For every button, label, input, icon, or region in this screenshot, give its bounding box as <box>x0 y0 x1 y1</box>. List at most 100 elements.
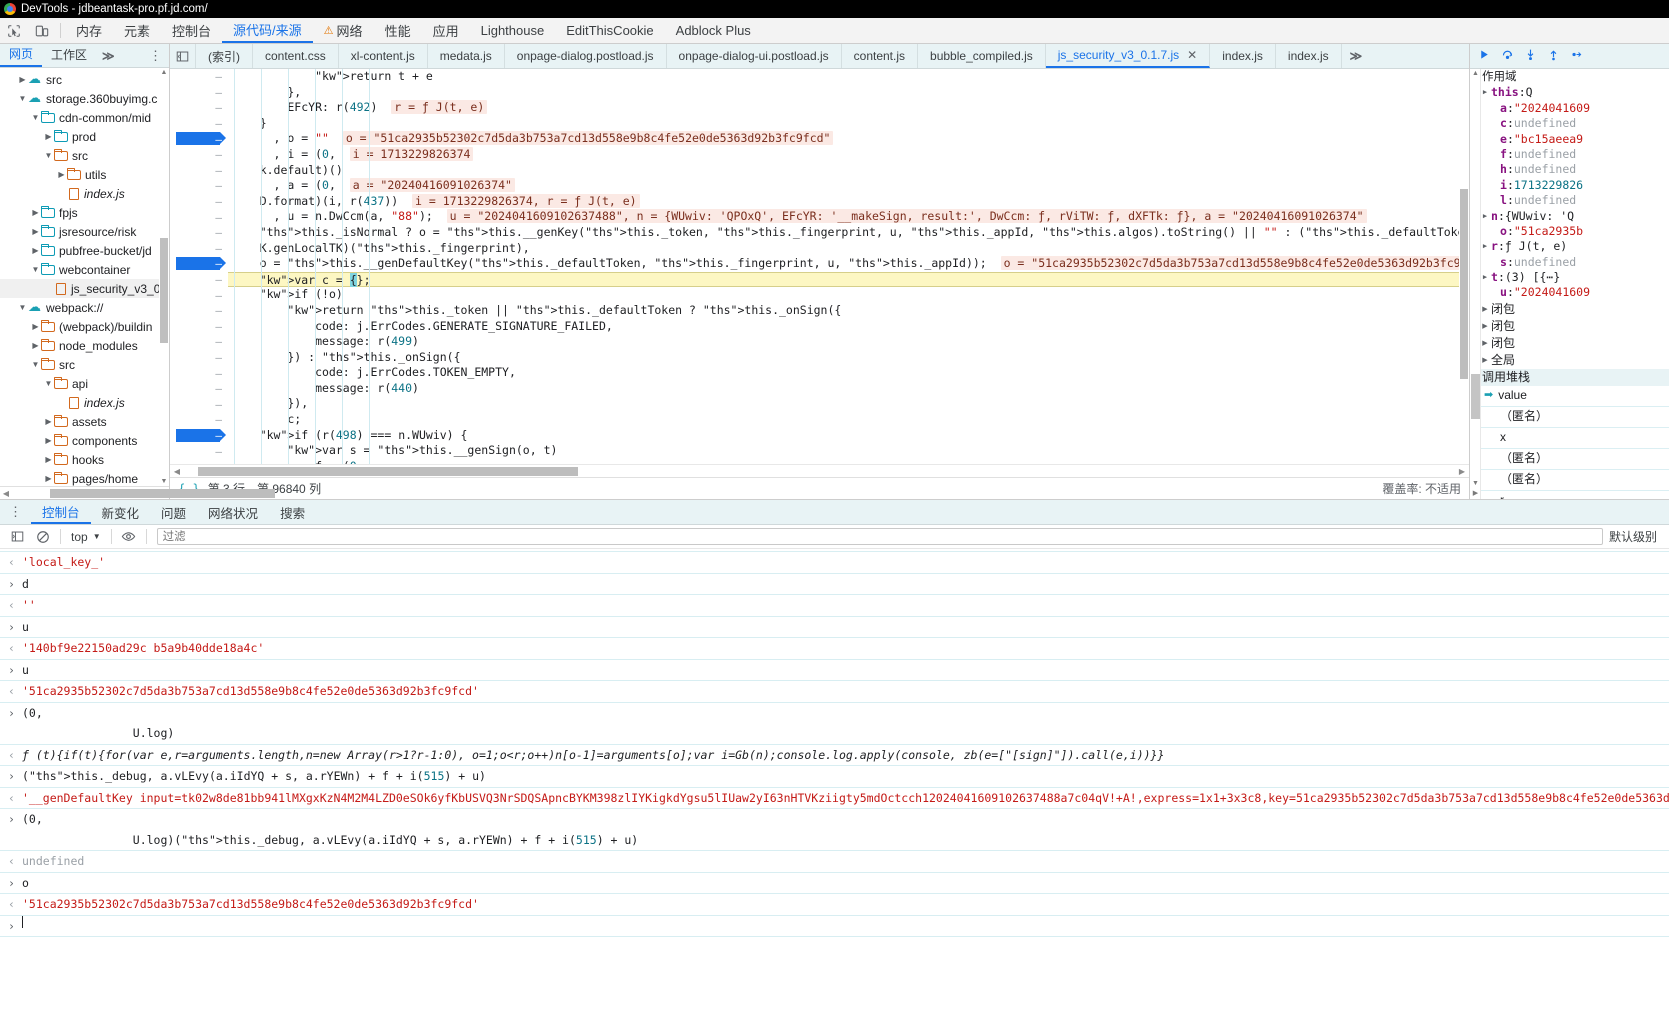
code-line[interactable]: "kw">if (r(498) === n.WUwiv) { <box>228 428 1469 444</box>
scroll-left-arrow-icon[interactable]: ◀ <box>170 467 184 476</box>
chevron-right-icon[interactable]: ▶ <box>30 341 41 350</box>
step-over-icon[interactable] <box>1501 48 1514 64</box>
console-output-row[interactable]: ‹'140bf9e22150ad29c b5a9b40dde18a4c' <box>0 638 1669 660</box>
show-navigator-icon[interactable] <box>170 44 196 68</box>
chevron-right-icon[interactable]: ▶ <box>30 227 41 236</box>
file-tab-9[interactable]: index.js <box>1210 44 1276 68</box>
gutter-line[interactable]: – <box>170 100 228 116</box>
main-tab-2[interactable]: 控制台 <box>161 18 222 43</box>
scope-closure-row[interactable]: ▶闭包 <box>1470 318 1669 335</box>
tree-item[interactable]: ▶jsresource/risk <box>0 222 169 241</box>
tree-item[interactable]: ▶pages/home <box>0 469 169 486</box>
main-tab-5[interactable]: 性能 <box>374 18 422 43</box>
file-tab-3[interactable]: medata.js <box>428 44 505 68</box>
console-output-row[interactable]: ‹'51ca2935b52302c7d5da3b753a7cd13d558e9b… <box>0 894 1669 916</box>
console-input-row[interactable]: ›u <box>0 660 1669 682</box>
drawer-kebab-menu-icon[interactable]: ⋮ <box>0 508 31 516</box>
file-tab-5[interactable]: onpage-dialog-ui.postload.js <box>667 44 842 68</box>
code-line[interactable]: message: r(499) <box>228 334 1469 350</box>
gutter-line[interactable]: – <box>170 241 228 257</box>
nav-kebab-menu-icon[interactable]: ⋮ <box>142 52 169 60</box>
scope-variable-row[interactable]: s: undefined <box>1470 255 1669 270</box>
breakpoint-marker[interactable] <box>176 132 220 145</box>
code-line[interactable]: , u = n.DwCcm(a, "88"); u = "20240416091… <box>228 209 1469 225</box>
live-expression-icon[interactable] <box>116 525 142 548</box>
scope-closure-row[interactable]: ▶闭包 <box>1470 335 1669 352</box>
scope-variable-row[interactable]: i: 1713229826 <box>1470 178 1669 193</box>
chevron-right-icon[interactable]: ▶ <box>30 208 41 217</box>
callstack-frame[interactable]: r <box>1470 491 1669 499</box>
navigator-vertical-scrollbar[interactable]: ▲ ▼ <box>159 68 169 486</box>
step-out-icon[interactable] <box>1547 48 1560 64</box>
file-tab-6[interactable]: content.js <box>842 44 918 68</box>
nav-tab-workspace[interactable]: 工作区 <box>42 44 96 67</box>
scope-variable-row[interactable]: f: undefined <box>1470 147 1669 162</box>
code-line[interactable]: code: j.ErrCodes.GENERATE_SIGNATURE_FAIL… <box>228 319 1469 335</box>
file-tab-4[interactable]: onpage-dialog.postload.js <box>505 44 667 68</box>
scope-variable-row[interactable]: h: undefined <box>1470 162 1669 177</box>
scope-variable-row[interactable]: o: "51ca2935b <box>1470 224 1669 239</box>
gutter-line[interactable]: – <box>170 396 228 412</box>
drawer-tab-3[interactable]: 网络状况 <box>197 500 269 524</box>
drawer-tab-4[interactable]: 搜索 <box>269 500 316 524</box>
step-into-icon[interactable] <box>1524 48 1537 64</box>
step-icon[interactable] <box>1570 48 1583 64</box>
console-input-row[interactable]: ›(0, U.log)("ths">this._debug, a.vLEvy(a… <box>0 809 1669 851</box>
console-message-list[interactable]: ›0.LOCAL_ALGORITHM_PREFIX‹'local_key_'›d… <box>0 549 1669 937</box>
chevron-down-icon[interactable]: ▼ <box>30 360 41 369</box>
scope-variable-row[interactable]: ▶t: (3) [{⋯} <box>1470 270 1669 285</box>
code-content[interactable]: "kw">return t + e }, EFcYR: r(492) r = ƒ… <box>228 69 1469 464</box>
gutter-line[interactable]: – <box>170 69 228 85</box>
gutter-line[interactable]: – <box>170 319 228 335</box>
gutter-line[interactable]: – <box>170 225 228 241</box>
tree-item[interactable]: ▼src <box>0 355 169 374</box>
navigator-hscroll-thumb[interactable] <box>50 489 275 498</box>
console-input-row[interactable]: ›(0, U.log) <box>0 703 1669 745</box>
tree-item[interactable]: js_security_v3_0. <box>0 279 169 298</box>
code-line[interactable]: EFcYR: r(492) r = ƒ J(t, e) <box>228 100 1469 116</box>
scope-variable-row[interactable]: e: "bc15aeea9 <box>1470 132 1669 147</box>
gutter-line[interactable]: – <box>170 147 228 163</box>
tree-item[interactable]: ▶assets <box>0 412 169 431</box>
console-sidebar-icon[interactable] <box>4 525 30 548</box>
code-line[interactable]: "kw">var s = "ths">this.__genSign(o, t) <box>228 443 1469 459</box>
tree-item[interactable]: ▼storage.360buyimg.c <box>0 89 169 108</box>
chevron-right-icon[interactable]: ▶ <box>43 455 54 464</box>
scope-variable-row[interactable]: ▶n: {WUwiv: 'Q <box>1470 209 1669 224</box>
gutter-line[interactable]: – <box>170 334 228 350</box>
scope-variable-row[interactable]: ▶this: Q <box>1470 85 1669 100</box>
scope-variable-row[interactable]: u: "2024041609 <box>1470 285 1669 300</box>
chevron-right-icon[interactable]: ▶ <box>43 474 54 483</box>
console-output-row[interactable]: ‹undefined <box>0 851 1669 873</box>
scope-variable-row[interactable]: ▶r: ƒ J(t, e) <box>1470 239 1669 254</box>
scroll-down-arrow-icon[interactable]: ▼ <box>160 477 168 486</box>
navigator-horizontal-scrollbar[interactable]: ◀ ▶ <box>0 486 169 499</box>
gutter-line[interactable]: – <box>170 131 228 147</box>
editor-hscroll-thumb[interactable] <box>198 467 578 476</box>
code-line[interactable]: , a = (0, a = "20240416091026374" <box>228 178 1469 194</box>
tree-item[interactable]: ▼src <box>0 146 169 165</box>
console-input-row[interactable]: ›d <box>0 574 1669 596</box>
scroll-right-arrow-icon[interactable]: ▶ <box>1470 489 1481 499</box>
main-tab-4[interactable]: ⚠网络 <box>313 18 374 43</box>
file-tab-2[interactable]: xl-content.js <box>339 44 428 68</box>
gutter-line[interactable]: – <box>170 116 228 132</box>
close-icon[interactable]: ✕ <box>1187 48 1197 62</box>
chevron-down-icon[interactable]: ▼ <box>43 151 54 160</box>
console-input-row[interactable]: ›u <box>0 617 1669 639</box>
scope-variable-row[interactable]: l: undefined <box>1470 193 1669 208</box>
chevron-right-icon[interactable]: ▶ <box>56 170 67 179</box>
line-number-gutter[interactable]: ––––––––––––––––––––––––––– <box>170 69 228 464</box>
drawer-tab-1[interactable]: 新变化 <box>91 500 151 524</box>
code-line[interactable]: message: r(440) <box>228 381 1469 397</box>
scope-closure-row[interactable]: ▶闭包 <box>1470 301 1669 318</box>
tree-item[interactable]: ▼api <box>0 374 169 393</box>
gutter-line[interactable]: – <box>170 381 228 397</box>
main-tab-6[interactable]: 应用 <box>422 18 470 43</box>
callstack-section-header[interactable]: ▼调用堆栈 <box>1470 369 1669 386</box>
main-tab-9[interactable]: Adblock Plus <box>665 18 762 43</box>
navigator-hscroll-track[interactable] <box>12 489 157 498</box>
code-line[interactable]: }), <box>228 396 1469 412</box>
executing-line[interactable]: "kw">var c = {}; <box>228 272 1469 288</box>
code-line[interactable]: , o = "" o = "51ca2935b52302c7d5da3b753a… <box>228 131 1469 147</box>
